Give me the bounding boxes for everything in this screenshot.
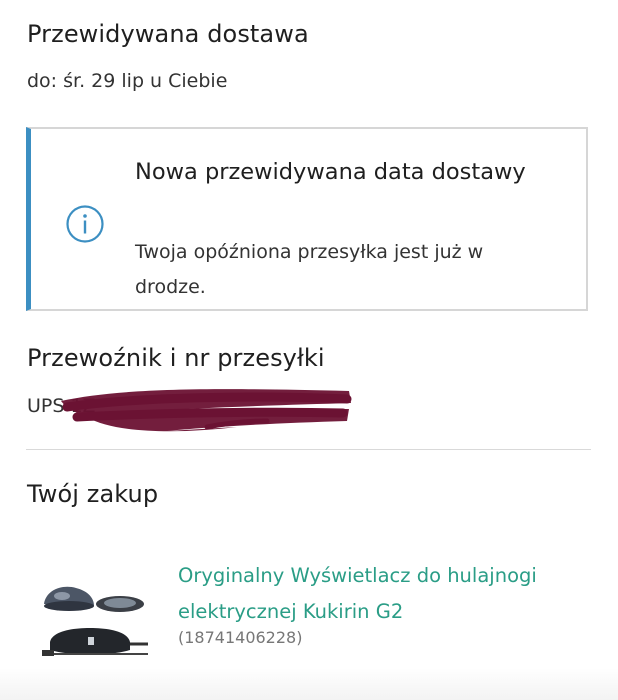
notice-body: Twoja opóźniona przesyłka jest już w dro… [135,241,484,298]
info-icon [66,205,104,243]
product-id: (18741406228) [178,628,303,647]
product-image[interactable] [40,582,150,666]
carrier-section-title: Przewoźnik i nr przesyłki [27,344,325,372]
redaction-scribble [61,389,352,432]
delivery-section-title: Przewidywana dostawa [27,20,309,48]
bottom-fade [0,668,618,700]
delivery-details-page: Przewidywana dostawa do: śr. 29 lip u Ci… [0,0,618,700]
delivery-notice-box: Nowa przewidywana data dostawy Twoja opó… [26,127,588,311]
section-divider [26,449,591,450]
carrier-row: UPS 1Z [27,389,352,442]
delivery-date: do: śr. 29 lip u Ciebie [27,70,228,92]
product-name-link[interactable]: Oryginalny Wyświetlacz do hulajnogi elek… [178,558,598,630]
notice-title: Nowa przewidywana data dostawy [135,159,526,185]
purchase-section-title: Twój zakup [27,480,159,508]
